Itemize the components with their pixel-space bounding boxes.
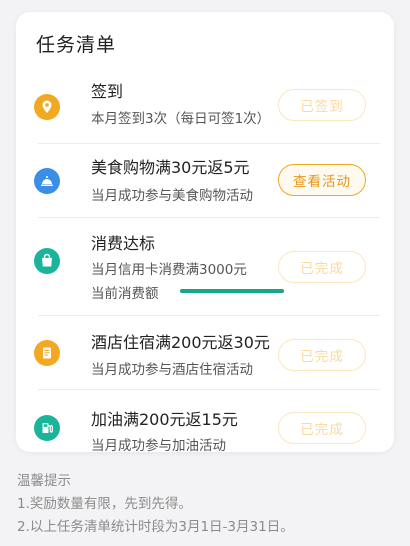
dish-cloche-icon [34, 168, 60, 194]
task-title: 酒店住宿满200元返30元 [91, 333, 270, 352]
task-description: 本月签到3次（每日可签1次） [91, 111, 271, 127]
shopping-bag-icon [34, 248, 60, 274]
tips-section: 温馨提示 1.奖励数量有限，先到先得。 2.以上任务清单统计时段为3月1日-3月… [17, 470, 294, 539]
task-item-sign-in: 签到 本月签到3次（每日可签1次） 已签到 [32, 70, 380, 144]
fuel-pump-icon [34, 415, 60, 441]
completed-button[interactable]: 已完成 [278, 412, 366, 444]
task-list-card: 任务清单 签到 本月签到3次（每日可签1次） 已签到 美食购物满30元返5元 当… [16, 12, 394, 454]
task-title: 消费达标 [91, 234, 156, 253]
completed-button[interactable]: 已完成 [278, 251, 366, 283]
task-description: 当月信用卡消费满3000元 [91, 262, 247, 278]
card-title: 任务清单 [36, 34, 117, 56]
task-item-refuel: 加油满200元返15元 当月成功参与加油活动 已完成 [32, 390, 380, 454]
task-item-hotel: 酒店住宿满200元返30元 当月成功参与酒店住宿活动 已完成 [32, 316, 380, 390]
completed-button[interactable]: 已完成 [278, 339, 366, 371]
task-description: 当月成功参与酒店住宿活动 [91, 362, 253, 378]
location-pin-icon [34, 94, 60, 120]
task-item-food-shopping: 美食购物满30元返5元 当月成功参与美食购物活动 查看活动 [32, 144, 380, 218]
task-title: 美食购物满30元返5元 [91, 158, 250, 177]
task-title: 加油满200元返15元 [91, 410, 238, 429]
progress-fill [180, 289, 284, 293]
task-item-spending-target: 消费达标 当月信用卡消费满3000元 当前消费额 已完成 [32, 218, 380, 316]
hotel-document-icon [34, 340, 60, 366]
tips-item: 1.奖励数量有限，先到先得。 [17, 496, 192, 512]
tips-item: 2.以上任务清单统计时段为3月1日-3月31日。 [17, 519, 294, 535]
tips-heading: 温馨提示 [17, 473, 71, 489]
spending-progress-bar [180, 289, 284, 293]
task-description: 当月成功参与美食购物活动 [91, 188, 253, 204]
current-spending-label: 当前消费额 [91, 286, 159, 302]
task-title: 签到 [91, 82, 124, 101]
signed-in-button[interactable]: 已签到 [278, 89, 366, 121]
view-activity-button[interactable]: 查看活动 [278, 164, 366, 196]
task-description: 当月成功参与加油活动 [91, 438, 226, 454]
